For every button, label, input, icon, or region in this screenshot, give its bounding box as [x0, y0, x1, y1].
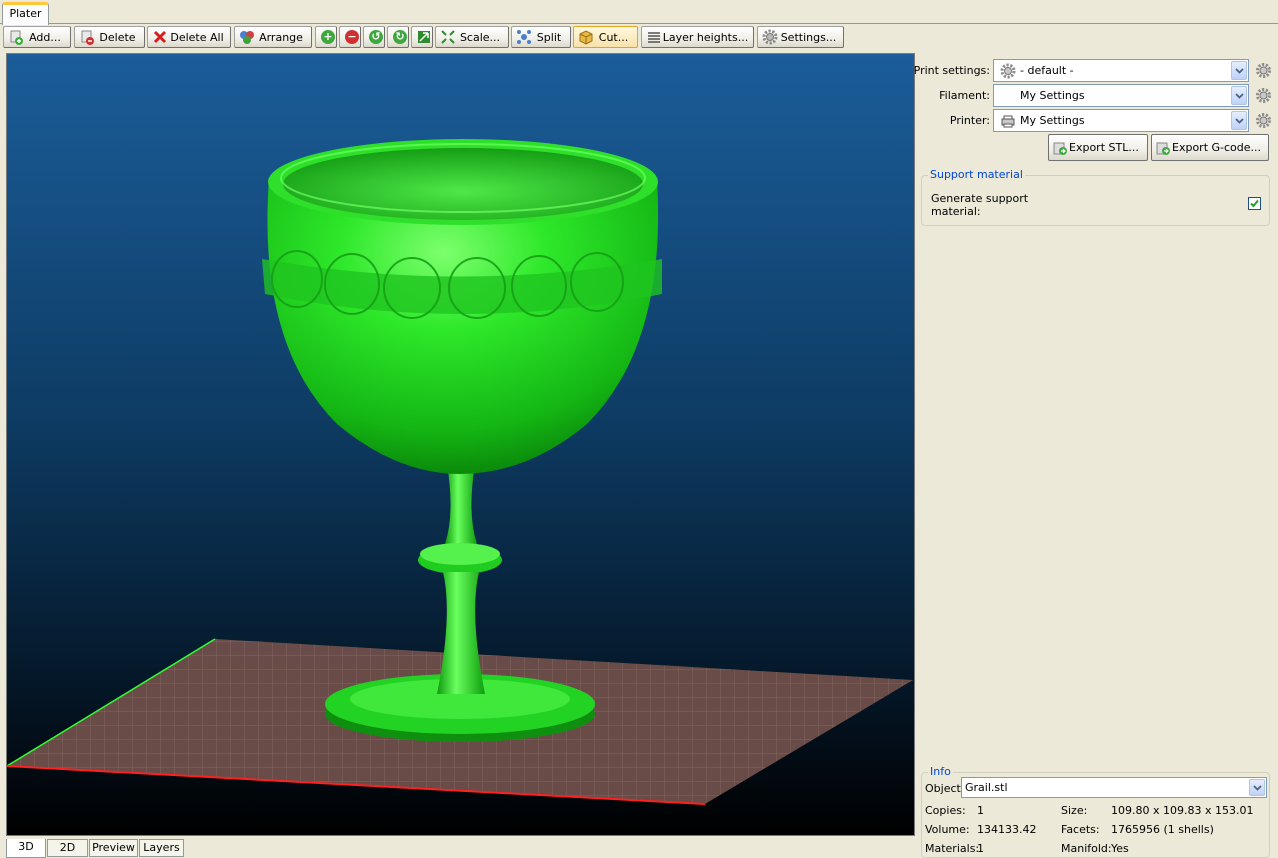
filament-select[interactable]: My Settings	[993, 84, 1249, 107]
info-group: Info Object: Grail.stl Copies: 1 Size: 1…	[921, 765, 1270, 858]
copies-value: 1	[977, 804, 984, 817]
chevron-down-icon[interactable]	[1231, 61, 1247, 80]
materials-label: Materials:	[925, 842, 980, 855]
increase-copies-button[interactable]: +	[315, 26, 337, 48]
volume-label: Volume:	[925, 823, 970, 836]
add-button[interactable]: Add...	[3, 26, 71, 48]
size-value: 109.80 x 109.83 x 153.01	[1111, 804, 1254, 817]
3d-viewport[interactable]	[6, 53, 915, 836]
edit-printer-gear-icon[interactable]	[1255, 112, 1272, 129]
main-tabbar: Plater	[0, 0, 1278, 25]
layer-heights-button[interactable]: Layer heights...	[641, 26, 754, 48]
right-panel: Print settings: - default - Filament: My…	[914, 53, 1278, 858]
rotate-left-button[interactable]: ↺	[363, 26, 385, 48]
print-settings-select[interactable]: - default -	[993, 59, 1249, 82]
gear-icon	[1000, 63, 1016, 79]
export-icon	[1052, 140, 1068, 156]
materials-value: 1	[977, 842, 984, 855]
add-object-icon	[8, 29, 24, 45]
scene-render	[7, 139, 913, 805]
rotate-face-button[interactable]	[411, 26, 433, 48]
generate-support-label: Generate support material:	[931, 192, 1029, 218]
scale-button[interactable]: Scale...	[435, 26, 509, 48]
minus-circle-icon: −	[344, 29, 360, 45]
export-icon	[1155, 140, 1171, 156]
red-x-icon	[152, 29, 168, 45]
tab-3d[interactable]: 3D	[6, 839, 46, 858]
chevron-down-icon[interactable]	[1231, 86, 1247, 105]
tab-plater[interactable]: Plater	[2, 2, 49, 25]
checkmark-icon	[1250, 199, 1259, 208]
printer-icon	[1000, 113, 1016, 129]
scale-arrows-icon	[440, 29, 456, 45]
package-icon	[578, 29, 594, 45]
rotate-right-button[interactable]: ↻	[387, 26, 409, 48]
rotate-face-icon	[416, 29, 432, 45]
filament-row: Filament: My Settings	[919, 84, 1278, 108]
delete-all-button[interactable]: Delete All	[147, 26, 231, 48]
generate-support-checkbox[interactable]	[1248, 197, 1261, 210]
size-label: Size:	[1061, 804, 1088, 817]
plus-circle-icon: +	[320, 29, 336, 45]
chevron-down-icon[interactable]	[1231, 111, 1247, 130]
edit-print-settings-gear-icon[interactable]	[1255, 62, 1272, 79]
plater-toolbar: Add... Delete Delete All Arrange + − ↺ ↻	[3, 26, 1278, 49]
export-gcode-button[interactable]: Export G-code...	[1151, 134, 1269, 161]
decrease-copies-button[interactable]: −	[339, 26, 361, 48]
tab-layers[interactable]: Layers	[139, 839, 184, 857]
tab-2d[interactable]: 2D	[47, 839, 88, 857]
chevron-down-icon[interactable]	[1249, 779, 1265, 796]
split-icon	[516, 29, 532, 45]
arrange-button[interactable]: Arrange	[234, 26, 312, 48]
settings-button[interactable]: Settings...	[757, 26, 844, 48]
support-material-group: Support material Generate support materi…	[921, 168, 1270, 226]
volume-value: 134133.42	[977, 823, 1037, 836]
manifold-value: Yes	[1111, 842, 1129, 855]
arrange-icon	[239, 29, 255, 45]
copies-label: Copies:	[925, 804, 966, 817]
tab-preview[interactable]: Preview	[89, 839, 138, 857]
print-settings-row: Print settings: - default -	[914, 59, 1278, 83]
printer-select[interactable]: My Settings	[993, 109, 1249, 132]
delete-button[interactable]: Delete	[74, 26, 145, 48]
facets-value: 1765956 (1 shells)	[1111, 823, 1214, 836]
edit-filament-gear-icon[interactable]	[1255, 87, 1272, 104]
facets-label: Facets:	[1061, 823, 1100, 836]
rotate-cw-icon: ↻	[392, 29, 408, 45]
rotate-ccw-icon: ↺	[368, 29, 384, 45]
split-button[interactable]: Split	[511, 26, 571, 48]
printer-row: Printer: My Settings	[919, 109, 1278, 133]
layers-icon	[646, 29, 662, 45]
object-select[interactable]: Grail.stl	[961, 777, 1267, 798]
cut-button[interactable]: Cut...	[573, 26, 638, 48]
export-stl-button[interactable]: Export STL...	[1048, 134, 1148, 161]
manifold-label: Manifold:	[1061, 842, 1112, 855]
gear-icon	[762, 29, 778, 45]
delete-object-icon	[79, 29, 95, 45]
